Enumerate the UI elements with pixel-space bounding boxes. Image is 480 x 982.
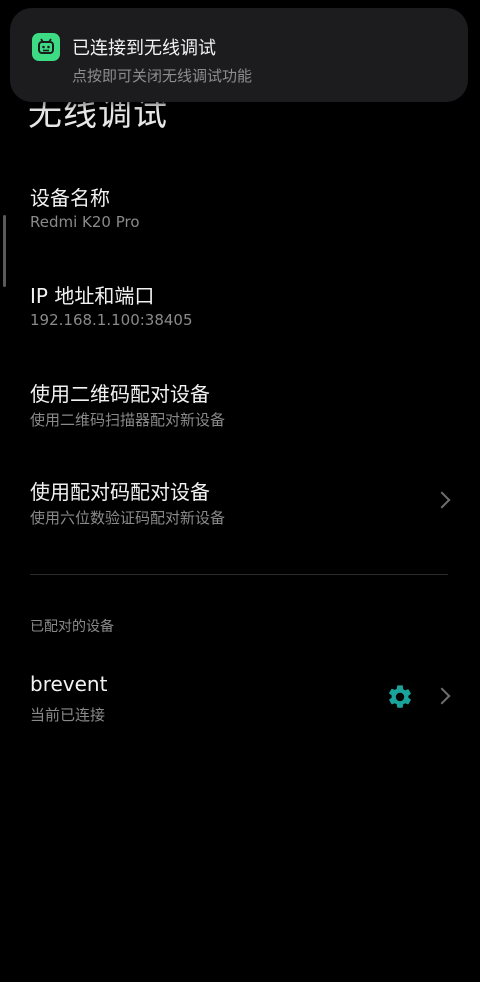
device-name-title: 设备名称 bbox=[30, 186, 110, 210]
ip-port-title: IP 地址和端口 bbox=[30, 284, 155, 308]
pair-code-summary: 使用六位数验证码配对新设备 bbox=[30, 509, 226, 527]
paired-device-name: brevent bbox=[30, 672, 108, 696]
pair-qr-summary: 使用二维码扫描器配对新设备 bbox=[30, 411, 226, 429]
pair-qr-item[interactable]: 使用二维码配对设备 使用二维码扫描器配对新设备 bbox=[0, 366, 480, 464]
android-debug-icon bbox=[32, 33, 60, 61]
notification-title: 已连接到无线调试 bbox=[72, 38, 216, 59]
notification-banner[interactable]: 已连接到无线调试 点按即可关闭无线调试功能 bbox=[10, 8, 468, 102]
ip-port-item[interactable]: IP 地址和端口 192.168.1.100:38405 bbox=[0, 268, 480, 366]
section-divider bbox=[30, 574, 448, 575]
pair-code-item[interactable]: 使用配对码配对设备 使用六位数验证码配对新设备 bbox=[0, 464, 480, 562]
gear-icon[interactable] bbox=[386, 683, 414, 711]
ip-port-value: 192.168.1.100:38405 bbox=[30, 311, 193, 329]
pair-code-title: 使用配对码配对设备 bbox=[30, 480, 210, 504]
paired-device-status: 当前已连接 bbox=[30, 706, 106, 724]
device-name-item[interactable]: 设备名称 Redmi K20 Pro bbox=[0, 170, 480, 268]
chevron-right-icon bbox=[433, 491, 451, 509]
device-name-value: Redmi K20 Pro bbox=[30, 213, 140, 231]
notification-text: 点按即可关闭无线调试功能 bbox=[72, 67, 253, 85]
chevron-right-icon bbox=[433, 687, 451, 705]
paired-devices-header: 已配对的设备 bbox=[30, 619, 114, 635]
paired-device-item[interactable]: brevent 当前已连接 bbox=[0, 662, 480, 760]
pair-qr-title: 使用二维码配对设备 bbox=[30, 382, 210, 406]
